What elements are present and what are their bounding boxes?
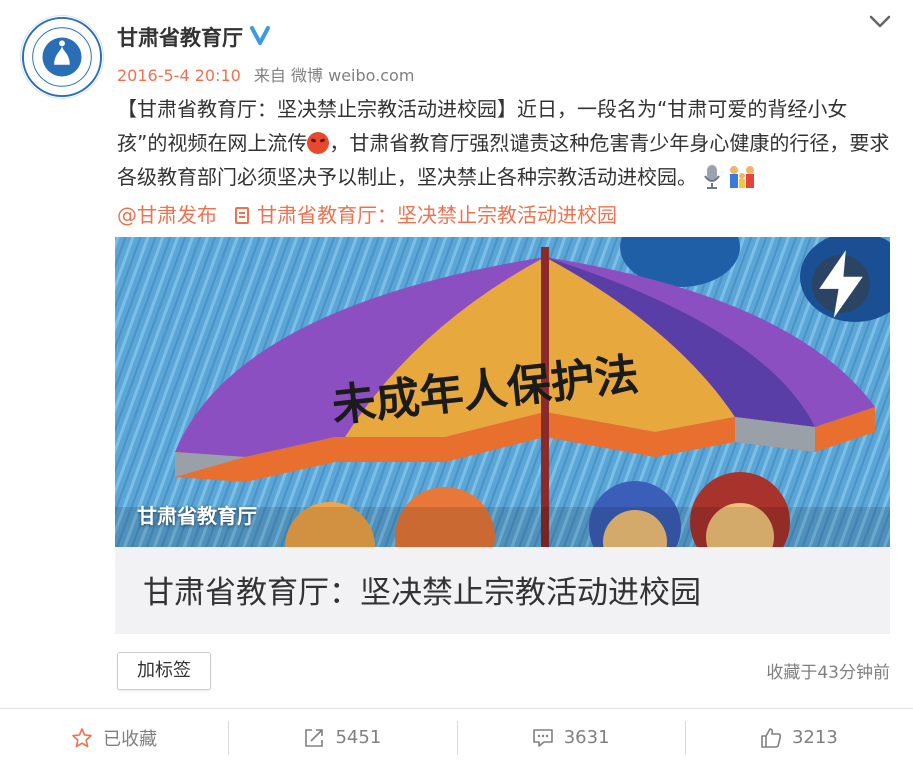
post-text: 【甘肃省教育厅：坚决禁止宗教活动进校园】近日，一段名为“甘肃可爱的背经小女孩”的… (117, 92, 895, 194)
repost-count: 5451 (335, 727, 382, 748)
like-button[interactable]: 3213 (684, 709, 913, 766)
action-bar: 已收藏 5451 3631 3213 (0, 708, 913, 766)
comment-button[interactable]: 3631 (456, 709, 685, 766)
mention-link[interactable]: @甘肃发布 (117, 203, 217, 227)
verified-icon (250, 26, 270, 45)
comment-count: 3631 (563, 727, 610, 748)
comment-icon (532, 728, 553, 747)
document-icon (235, 207, 249, 224)
favorite-time: 收藏于43分钟前 (766, 663, 890, 683)
avatar-logo (21, 16, 103, 98)
star-icon (72, 727, 92, 747)
card-title[interactable]: 甘肃省教育厅：坚决禁止宗教活动进校园 (143, 567, 701, 612)
favorite-button[interactable]: 已收藏 (0, 709, 228, 766)
avatar[interactable] (20, 15, 104, 99)
microphone-emoji-icon (704, 165, 721, 189)
post-meta: 2016-5-4 20:10 来自 微博 weibo.com (117, 62, 414, 86)
post-date[interactable]: 2016-5-4 20:10 (117, 66, 241, 85)
flash-button[interactable] (812, 250, 870, 318)
author-name[interactable]: 甘肃省教育厅 (117, 22, 243, 52)
card-image[interactable]: 未成年人保护法 甘肃省教育厅 (115, 237, 890, 547)
repost-icon (305, 728, 324, 747)
angry-emoji-icon (307, 132, 330, 154)
card-caption: 甘肃省教育厅 (137, 504, 257, 528)
repost-button[interactable]: 5451 (228, 709, 456, 766)
add-tag-button[interactable]: 加标签 (117, 652, 211, 690)
chevron-down-icon[interactable] (868, 14, 892, 30)
post-source[interactable]: 微博 weibo.com (291, 66, 414, 85)
favorite-label: 已收藏 (103, 728, 158, 750)
article-link[interactable]: 甘肃省教育厅：坚决禁止宗教活动进校园 (257, 203, 617, 227)
flash-icon (819, 250, 863, 318)
source-prefix: 来自 (253, 66, 286, 85)
family-emoji-icon (729, 166, 754, 188)
like-icon (761, 727, 782, 748)
article-card[interactable]: 未成年人保护法 甘肃省教育厅 甘肃省教育厅：坚决禁止宗教活动进校园 (115, 237, 890, 634)
post-links: @甘肃发布 甘肃省教育厅：坚决禁止宗教活动进校园 (117, 199, 617, 228)
like-count: 3213 (791, 727, 838, 748)
